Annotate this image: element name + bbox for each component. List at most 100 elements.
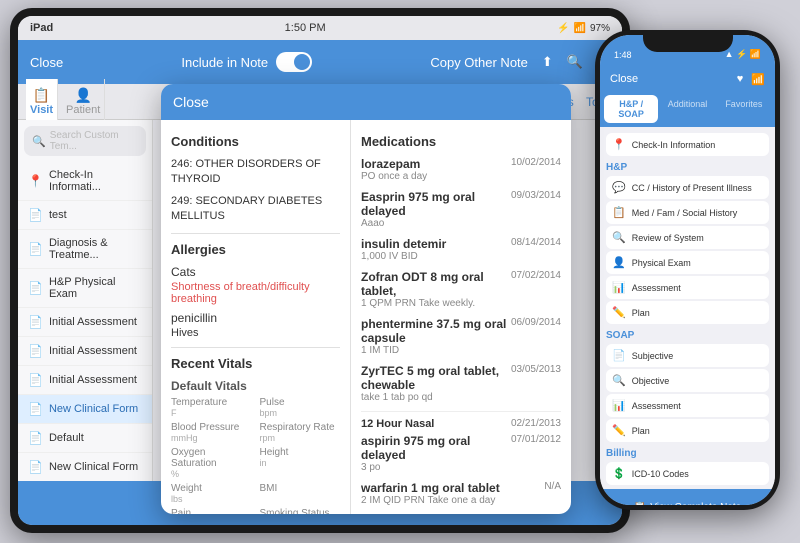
med-detail: 2 IM QID PRN Take one a day <box>361 495 561 506</box>
tab-patient[interactable]: 👤 Patient <box>62 79 105 124</box>
iphone-item-assessment-soap[interactable]: 📊 Assessment <box>606 394 769 417</box>
search-bar[interactable]: 🔍 Search Custom Tem... <box>24 126 146 156</box>
divider-allergies <box>171 233 340 234</box>
close-button[interactable]: Close <box>30 55 63 70</box>
vital-temperature: Temperature F <box>171 397 252 418</box>
checkin-icon: 📍 <box>28 174 43 188</box>
include-note-toggle[interactable]: Include in Note <box>73 52 420 72</box>
modal-body: Conditions 246: OTHER DISORDERS OF THYRO… <box>161 120 571 514</box>
iphone-item-icd10[interactable]: 💲 ICD-10 Codes <box>606 462 769 485</box>
med-insulin: insulin detemir 08/14/2014 1,000 IV BID <box>361 237 561 262</box>
tab-visit[interactable]: 📋 Visit <box>26 79 58 124</box>
modal-header: Close <box>161 84 571 120</box>
med-detail: 1,000 IV BID <box>361 251 561 262</box>
iphone-item-physical[interactable]: 👤 Physical Exam <box>606 251 769 274</box>
tab-label: H&P / SOAP <box>618 99 644 119</box>
toggle-track[interactable] <box>276 52 312 72</box>
vital-bp: Blood Pressure mmHg <box>171 422 252 443</box>
med-detail: take 1 tab po qd <box>361 392 561 403</box>
share-icon[interactable]: ⬆ <box>542 54 553 70</box>
iphone-nav-icons: ♥ 📶 <box>737 73 765 86</box>
assessment-icon: 📊 <box>612 281 626 294</box>
item-label: Physical Exam <box>632 258 691 268</box>
doc-icon-def: 📄 <box>28 431 43 445</box>
sidebar-item-initial2[interactable]: 📄 Initial Assessment <box>18 337 152 366</box>
iphone-item-assessment-hp[interactable]: 📊 Assessment <box>606 276 769 299</box>
iphone-device: 1:48 ▲ ⚡ 📶 Close ♥ 📶 H&P / SOAP Addition… <box>595 30 780 510</box>
sidebar-item-test[interactable]: 📄 test <box>18 201 152 230</box>
med-name: ZyrTEC 5 mg oral tablet, chewable <box>361 364 511 392</box>
iphone-tab-additional[interactable]: Additional <box>660 95 714 123</box>
sidebar-item-label: Default <box>49 432 84 444</box>
sidebar-item-initial3[interactable]: 📄 Initial Assessment <box>18 366 152 395</box>
iphone-tab-favorites[interactable]: Favorites <box>717 95 771 123</box>
toggle-label: Include in Note <box>181 55 268 70</box>
modal-dialog: Close Conditions 246: OTHER DISORDERS OF… <box>161 84 571 514</box>
cc-icon: 💬 <box>612 181 626 194</box>
modal-right-panel: Medications lorazepam 10/02/2014 PO once… <box>351 120 571 514</box>
sidebar-item-label: Initial Assessment <box>49 374 137 386</box>
assessment-soap-icon: 📊 <box>612 399 626 412</box>
toggle-thumb <box>294 54 310 70</box>
conditions-title: Conditions <box>171 134 340 149</box>
med-name: Easprin 975 mg oral delayed <box>361 190 511 218</box>
med-detail: Aaao <box>361 218 561 229</box>
med-aspirin: aspirin 975 mg oral delayed 07/01/2012 3… <box>361 434 561 473</box>
sidebar-item-newclinical2[interactable]: 📄 New Clinical Form <box>18 453 152 481</box>
med-name: lorazepam <box>361 157 420 171</box>
ipad-screen: iPad 1:50 PM ⚡ 📶 97% Close Include in No… <box>18 16 622 525</box>
ipad-topnav: Close Include in Note Copy Other Note ⬆ … <box>18 40 622 84</box>
vital-rr: Respiratory Rate rpm <box>260 422 341 443</box>
iphone-view-note-bar[interactable]: 📋 View Complete Note <box>600 489 775 505</box>
iphone-item-subjective[interactable]: 📄 Subjective <box>606 344 769 367</box>
sidebar-item-initial1[interactable]: 📄 Initial Assessment <box>18 308 152 337</box>
condition-2: 249: SECONDARY DIABETES MELLITUS <box>171 194 340 225</box>
wifi-icon: 📶 <box>574 23 586 34</box>
item-label: CC / History of Present Illness <box>632 183 752 193</box>
sidebar-item-checkin[interactable]: 📍 Check-In Informati... <box>18 162 152 201</box>
med-zofran: Zofran ODT 8 mg oral tablet, 07/02/2014 … <box>361 270 561 309</box>
iphone-close-button[interactable]: Close <box>610 73 638 85</box>
iphone-item-plan-soap[interactable]: ✏️ Plan <box>606 419 769 442</box>
item-label: Check-In Information <box>632 140 716 150</box>
item-label: Med / Fam / Social History <box>632 208 738 218</box>
icd10-icon: 💲 <box>612 467 626 480</box>
iphone-item-plan-hp[interactable]: ✏️ Plan <box>606 301 769 324</box>
ipad-status-right: ⚡ 📶 97% <box>557 23 610 34</box>
medications-title: Medications <box>361 134 561 149</box>
copy-other-note-button[interactable]: Copy Other Note <box>430 55 528 70</box>
sidebar-item-label: H&P Physical Exam <box>49 276 142 300</box>
med-date: 08/14/2014 <box>511 237 561 251</box>
med-lorazepam: lorazepam 10/02/2014 PO once a day <box>361 157 561 182</box>
med-date: 07/01/2012 <box>511 434 561 462</box>
modal-close-button[interactable]: Close <box>173 94 209 110</box>
iphone-item-review[interactable]: 🔍 Review of System <box>606 226 769 249</box>
doc-icon-nc2: 📄 <box>28 460 43 474</box>
sidebar-item-default[interactable]: 📄 Default <box>18 424 152 453</box>
sidebar-item-hp[interactable]: 📄 H&P Physical Exam <box>18 269 152 308</box>
heart-icon[interactable]: ♥ <box>737 73 744 86</box>
sidebar-item-newclinical1[interactable]: 📄 New Clinical Form <box>18 395 152 424</box>
item-label: Subjective <box>632 351 674 361</box>
sidebar-item-label: Diagnosis & Treatme... <box>49 237 142 261</box>
vital-height: Height in <box>260 447 341 479</box>
hour12-section: 12 Hour Nasal 02/21/2013 <box>361 411 561 430</box>
iphone-item-med-fam[interactable]: 📋 Med / Fam / Social History <box>606 201 769 224</box>
iphone-tab-hp-soap[interactable]: H&P / SOAP <box>604 95 658 123</box>
visit-icon: 📋 <box>30 87 53 104</box>
med-date: N/A <box>544 481 561 495</box>
iphone-tabs: H&P / SOAP Additional Favorites <box>600 95 775 127</box>
iphone-item-objective[interactable]: 🔍 Objective <box>606 369 769 392</box>
iphone-topnav: Close ♥ 📶 <box>600 63 775 95</box>
modal-left-panel: Conditions 246: OTHER DISORDERS OF THYRO… <box>161 120 351 514</box>
iphone-item-checkin[interactable]: 📍 Check-In Information <box>606 133 769 156</box>
med-date: 03/05/2013 <box>511 364 561 392</box>
vital-o2: Oxygen Saturation % <box>171 447 252 479</box>
ipad-topnav-right: Copy Other Note ⬆ 🔍 ＋ <box>430 53 610 72</box>
med-easprin: Easprin 975 mg oral delayed 09/03/2014 A… <box>361 190 561 229</box>
recent-vitals-title: Recent Vitals <box>171 356 340 371</box>
condition-1: 246: OTHER DISORDERS OF THYROID <box>171 157 340 188</box>
sidebar-item-diagnosis[interactable]: 📄 Diagnosis & Treatme... <box>18 230 152 269</box>
search-icon[interactable]: 🔍 <box>567 54 583 70</box>
iphone-item-cc[interactable]: 💬 CC / History of Present Illness <box>606 176 769 199</box>
